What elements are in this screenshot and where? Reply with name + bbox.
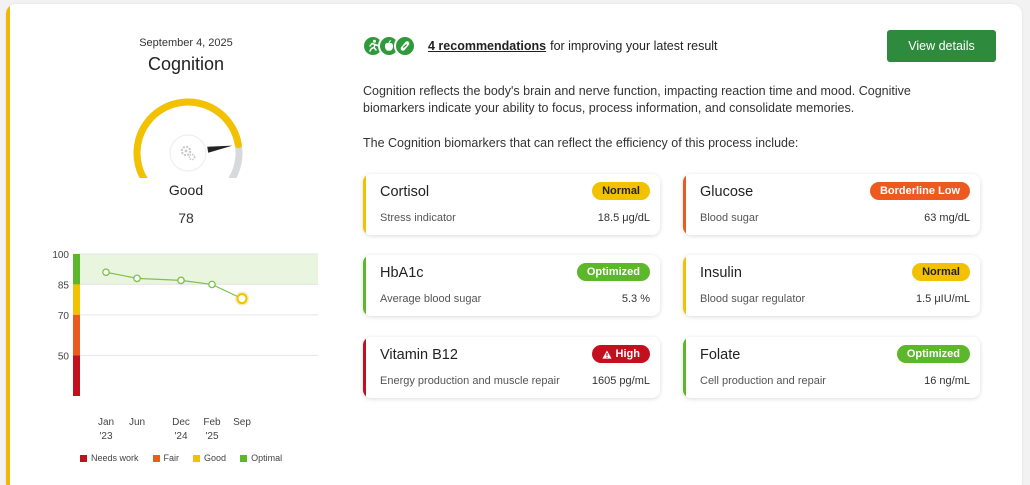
legend-swatch [240,454,248,462]
score-rating: Good [168,182,204,198]
optimal-zone [73,254,318,285]
status-badge-label: Optimized [906,348,960,360]
cognition-card: September 4, 2025 Cognition Good 78 100 8… [6,4,1022,485]
data-point [102,268,110,277]
biomarker-status-bar [363,337,366,398]
score-panel: September 4, 2025 Cognition Good 78 100 8… [6,4,358,485]
biomarker-subtitle: Stress indicator [380,212,456,224]
biomarkers-intro: The Cognition biomarkers that can reflec… [363,136,799,150]
status-badge-label: Borderline Low [879,185,960,197]
legend-swatch [152,454,160,462]
legend-label: Fair [163,453,180,463]
recommendations-text: for improving your latest result [550,39,718,53]
biomarker-name: Folate [700,347,741,363]
biomarker-status-bar [363,255,366,316]
biomarker-card-insulin[interactable]: Insulin Normal Blood sugar regulator 1.5… [683,255,980,316]
biomarker-name: Cortisol [380,184,430,200]
y-tick-label: 85 [58,280,70,291]
x-tick-label: Jun [129,417,145,428]
data-point [133,274,141,283]
biomarker-status-bar [683,337,686,398]
biomarker-name: HbA1c [380,265,424,281]
recommendation-icons [362,35,416,57]
legend-swatch [193,454,201,462]
score-gauge [133,98,243,178]
chart-legend: Needs work Fair Good Optimal [80,453,282,463]
biomarker-subtitle: Energy production and muscle repair [380,375,560,387]
y-tick-label: 100 [52,250,69,261]
score-trend-chart: 100 85 70 50 Jan '23 Jun Dec '24 Feb '25 Sep [52,250,318,440]
legend-item-needs-work: Needs work [80,453,139,463]
biomarker-status-bar [683,174,686,235]
biomarker-card-folate[interactable]: Folate Optimized Cell production and rep… [683,337,980,398]
biomarker-subtitle: Average blood sugar [380,293,482,305]
y-tick-label: 50 [58,351,70,362]
page-title: Cognition [147,54,225,74]
status-badge: Borderline Low [869,182,970,200]
latest-data-point [236,293,248,305]
x-tick-label-year: '23 [99,431,112,440]
x-tick-label: Dec [172,417,190,428]
biomarker-card-hba1c[interactable]: HbA1c Optimized Average blood sugar 5.3 … [363,255,660,316]
capsule-icon [394,35,416,57]
biomarker-subtitle: Cell production and repair [700,375,826,387]
legend-item-fair: Fair [152,453,180,463]
recommendations-row: 4 recommendations for improving your lat… [362,35,718,57]
x-tick-label: Sep [233,417,251,428]
range-band-optimal [73,254,80,285]
biomarker-value: 1605 pg/mL [591,375,650,387]
biomarker-value: 16 ng/mL [924,375,970,387]
biomarker-value: 1.5 μIU/mL [915,293,970,305]
x-tick-label-year: '25 [205,431,218,440]
status-badge: Normal [912,263,970,281]
biomarker-name: Vitamin B12 [380,347,458,363]
result-date: September 4, 2025 [139,37,233,49]
gauge-needle [207,145,233,153]
data-point [208,280,216,289]
biomarker-value: 63 mg/dL [924,212,970,224]
x-tick-label: Jan [98,417,114,428]
score-value: 78 [178,210,194,226]
biomarker-status-bar [363,174,366,235]
biomarker-card-cortisol[interactable]: Cortisol Normal Stress indicator 18.5 μg… [363,174,660,235]
biomarker-value: 18.5 μg/dL [597,212,650,224]
y-tick-label: 70 [58,311,70,322]
gauge-needle-pointer [207,145,233,153]
legend-swatch [80,454,87,462]
recommendations-link[interactable]: 4 recommendations [428,39,546,53]
biomarker-status-bar [683,255,686,316]
view-details-button[interactable]: View details [887,30,996,62]
data-point [177,276,185,285]
status-badge-label: High [615,348,640,360]
legend-item-optimal: Optimal [240,453,282,463]
gauge-center-disc [169,134,207,172]
legend-label: Needs work [91,453,139,463]
status-badge-label: Optimized [586,266,640,278]
warning-icon [601,350,612,359]
biomarker-subtitle: Blood sugar [700,212,759,224]
status-badge: Optimized [576,263,650,281]
biomarker-name: Insulin [700,265,742,281]
legend-item-good: Good [193,453,226,463]
biomarker-subtitle: Blood sugar regulator [700,293,806,305]
range-band-needs-work [73,355,80,396]
biomarker-card-vitamin-b12[interactable]: Vitamin B12 High Energy production and m… [363,337,660,398]
status-badge-label: Normal [602,185,640,197]
status-badge: High [591,345,650,363]
range-band-good [73,284,80,315]
legend-label: Optimal [251,453,283,463]
category-description: Cognition reflects the body's brain and … [363,84,911,115]
status-badge: Normal [592,182,650,200]
biomarker-name: Glucose [700,184,754,200]
x-tick-label: Feb [203,417,221,428]
range-band-fair [73,314,80,356]
status-badge-label: Normal [922,266,960,278]
biomarker-card-glucose[interactable]: Glucose Borderline Low Blood sugar 63 mg… [683,174,980,235]
legend-label: Good [204,453,227,463]
status-badge: Optimized [896,345,970,363]
x-tick-label-year: '24 [174,431,187,440]
biomarker-value: 5.3 % [621,293,650,305]
